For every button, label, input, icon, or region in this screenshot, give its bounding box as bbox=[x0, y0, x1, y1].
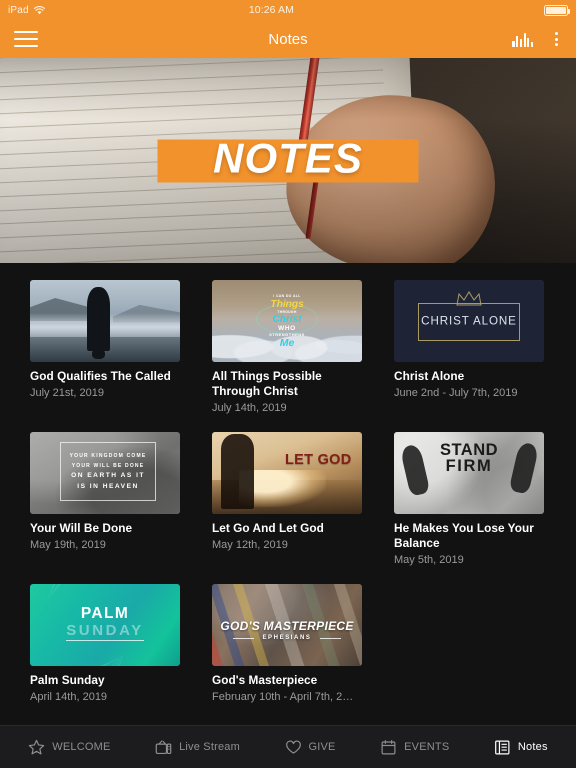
heart-icon bbox=[285, 739, 302, 756]
thumb-art-line: FIRM bbox=[445, 457, 493, 476]
note-date: May 12th, 2019 bbox=[212, 539, 288, 552]
notes-grid: God Qualifies The Called July 21st, 2019… bbox=[0, 263, 576, 724]
thumb-art-line: GOD'S MASTERPIECE bbox=[220, 619, 354, 634]
note-title: God Qualifies The Called bbox=[30, 369, 171, 383]
note-thumbnail[interactable]: I CAN DO ALL Things THROUGH Christ WHO S… bbox=[212, 280, 362, 362]
tab-events[interactable]: EVENTS bbox=[380, 739, 449, 756]
note-thumbnail[interactable] bbox=[30, 280, 180, 362]
thumb-art-line: EPHESIANS bbox=[262, 634, 312, 641]
note-title: All Things Possible Through Christ bbox=[212, 369, 322, 399]
note-title: God's Masterpiece bbox=[212, 672, 318, 687]
note-thumbnail[interactable]: YOUR KINGDOM COME YOUR WILL BE DONE ON E… bbox=[30, 431, 180, 514]
note-date: July 21st, 2019 bbox=[30, 387, 104, 400]
audio-equalizer-icon[interactable] bbox=[512, 32, 533, 47]
status-bar-right bbox=[498, 4, 570, 16]
thumb-art-line: PALM bbox=[80, 605, 130, 623]
hamburger-menu-icon[interactable] bbox=[14, 30, 38, 48]
thumb-art-line: Things bbox=[270, 298, 304, 311]
note-card-all-things-possible-through-christ[interactable]: I CAN DO ALL Things THROUGH Christ WHO S… bbox=[212, 280, 362, 416]
note-title: Christ Alone bbox=[394, 369, 465, 383]
tab-welcome[interactable]: WELCOME bbox=[28, 739, 110, 756]
thumb-art-line: STRENGTHENS bbox=[269, 331, 305, 337]
hero-title-banner: NOTES bbox=[157, 134, 419, 182]
note-thumbnail[interactable]: PALM SUNDAY bbox=[30, 583, 180, 666]
note-card-gods-masterpiece[interactable]: GOD'S MASTERPIECE EPHESIANS God's Master… bbox=[212, 583, 362, 705]
tab-label: WELCOME bbox=[52, 741, 111, 753]
note-thumbnail[interactable]: LET GOD bbox=[212, 431, 362, 514]
calendar-icon bbox=[380, 739, 397, 756]
note-card-your-will-be-done[interactable]: YOUR KINGDOM COME YOUR WILL BE DONE ON E… bbox=[30, 431, 180, 568]
thumb-art-line: SUNDAY bbox=[66, 622, 144, 640]
tab-label: GIVE bbox=[308, 741, 336, 753]
note-date: April 14th, 2019 bbox=[30, 690, 108, 703]
note-date: February 10th - April 7th, 2… bbox=[212, 690, 354, 703]
note-date: May 19th, 2019 bbox=[30, 539, 106, 552]
thumb-art-line: Me bbox=[279, 336, 295, 349]
note-thumbnail[interactable]: GOD'S MASTERPIECE EPHESIANS bbox=[212, 583, 362, 666]
thumb-art-line: YOUR KINGDOM COME bbox=[69, 453, 147, 460]
note-card-god-qualifies-the-called[interactable]: God Qualifies The Called July 21st, 2019 bbox=[30, 280, 180, 416]
hero-banner: NOTES bbox=[0, 58, 576, 263]
hero-title: NOTES bbox=[213, 134, 363, 182]
note-card-palm-sunday[interactable]: PALM SUNDAY Palm Sunday April 14th, 2019 bbox=[30, 583, 180, 705]
notebook-icon bbox=[494, 739, 511, 756]
note-card-christ-alone[interactable]: CHRIST ALONE Christ Alone June 2nd - Jul… bbox=[394, 280, 544, 416]
kebab-menu-icon[interactable] bbox=[551, 30, 562, 48]
tv-icon bbox=[155, 739, 172, 756]
tab-label: Live Stream bbox=[179, 741, 240, 753]
note-title: Your Will Be Done bbox=[30, 520, 133, 535]
note-card-he-makes-you-lose-your-balance[interactable]: STAND FIRM He Makes You Lose Your Balanc… bbox=[394, 431, 544, 568]
thumb-art-line: ON EARTH AS IT bbox=[71, 472, 145, 480]
note-title: He Makes You Lose Your Balance bbox=[394, 520, 534, 551]
note-thumbnail[interactable]: CHRIST ALONE bbox=[394, 280, 544, 362]
device-label: iPad bbox=[8, 4, 29, 16]
status-bar-left: iPad bbox=[8, 5, 45, 16]
star-icon bbox=[28, 739, 45, 756]
tab-give[interactable]: GIVE bbox=[285, 739, 336, 756]
note-title: Let Go And Let God bbox=[212, 520, 324, 535]
nav-bar: Notes bbox=[0, 20, 576, 58]
status-bar: iPad 10:26 AM bbox=[0, 0, 576, 20]
note-date: May 5th, 2019 bbox=[394, 554, 464, 567]
note-date: June 2nd - July 7th, 2019 bbox=[394, 387, 518, 400]
thumb-art-line: IS IN HEAVEN bbox=[77, 482, 139, 490]
note-card-let-go-and-let-god[interactable]: LET GOD Let Go And Let God May 12th, 201… bbox=[212, 431, 362, 568]
status-bar-time: 10:26 AM bbox=[248, 4, 294, 16]
thumb-art-line: CHRIST ALONE bbox=[421, 314, 517, 328]
thumb-art-line: Christ bbox=[272, 314, 302, 326]
tab-live-stream[interactable]: Live Stream bbox=[155, 739, 240, 756]
nav-bar-actions bbox=[512, 30, 562, 48]
wifi-icon bbox=[33, 5, 45, 15]
thumb-art-line: LET GOD bbox=[284, 451, 352, 468]
battery-full-icon bbox=[544, 4, 570, 16]
tab-bar: WELCOME Live Stream GIVE EVENTS Notes bbox=[0, 725, 576, 768]
note-thumbnail[interactable]: STAND FIRM bbox=[394, 431, 544, 514]
tab-label: Notes bbox=[517, 741, 548, 753]
page-title: Notes bbox=[268, 30, 308, 48]
tab-label: EVENTS bbox=[404, 741, 450, 753]
thumb-art-line: YOUR WILL BE DONE bbox=[71, 462, 145, 469]
note-date: July 14th, 2019 bbox=[212, 402, 287, 415]
note-title: Palm Sunday bbox=[30, 672, 105, 687]
tab-notes[interactable]: Notes bbox=[494, 739, 548, 756]
app-root: iPad 10:26 AM Notes NOTES God Qualifies … bbox=[0, 0, 576, 768]
